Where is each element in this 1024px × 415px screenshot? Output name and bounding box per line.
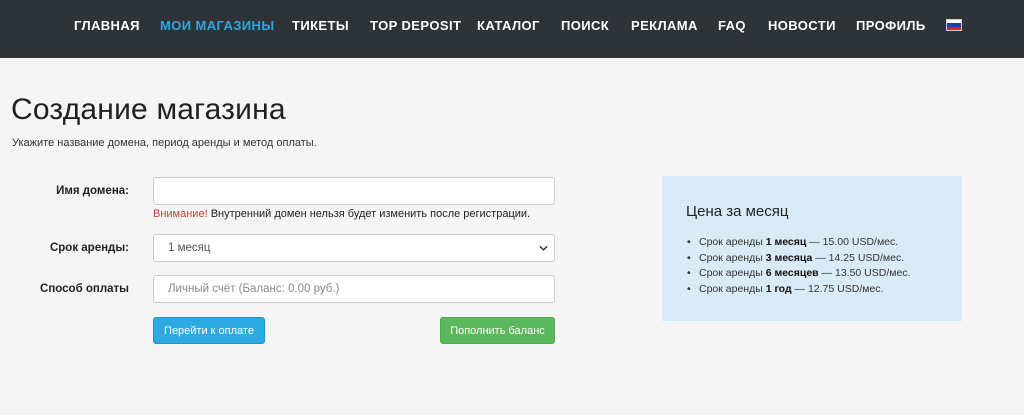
payment-method-field[interactable]: Личный счёт (Баланс: 0.00 руб.) bbox=[153, 275, 555, 303]
price-item: Срок аренды 1 месяц — 15.00 USD/мес. bbox=[687, 235, 910, 251]
nav-my-shops[interactable]: Мои магазины bbox=[160, 18, 274, 33]
payment-label: Способ оплаты bbox=[40, 283, 129, 295]
price-item: Срок аренды 1 год — 12.75 USD/мес. bbox=[687, 282, 910, 298]
price-list: Срок аренды 1 месяц — 15.00 USD/мес. Сро… bbox=[687, 235, 910, 297]
top-up-balance-button[interactable]: Пополнить баланс bbox=[440, 317, 555, 344]
term-label: Срок аренды: bbox=[49, 242, 129, 254]
go-to-payment-button[interactable]: Перейти к оплате bbox=[153, 317, 265, 344]
nav-faq[interactable]: FAQ bbox=[718, 18, 746, 33]
payment-method-value: Личный счёт (Баланс: 0.00 руб.) bbox=[168, 283, 340, 295]
price-panel: Цена за месяц Срок аренды 1 месяц — 15.0… bbox=[662, 176, 962, 321]
page-title: Создание магазина bbox=[11, 93, 286, 126]
page-subtitle: Укажите название домена, период аренды и… bbox=[12, 137, 317, 149]
term-select[interactable]: 1 месяц bbox=[153, 234, 555, 262]
domain-input[interactable] bbox=[153, 177, 555, 205]
nav-top-deposit[interactable]: TOP DEPOSIT bbox=[370, 18, 461, 33]
term-select-value: 1 месяц bbox=[168, 242, 211, 254]
nav-home[interactable]: Главная bbox=[74, 18, 140, 33]
nav-tickets[interactable]: Тикеты bbox=[292, 18, 349, 33]
chevron-down-icon bbox=[539, 245, 548, 251]
warning-strong: Внимание! bbox=[153, 208, 208, 220]
top-navbar: Главная Мои магазины Тикеты TOP DEPOSIT … bbox=[0, 0, 1024, 58]
domain-warning: Внимание! Внутренний домен нельзя будет … bbox=[153, 207, 530, 221]
nav-ads[interactable]: Реклама bbox=[631, 18, 698, 33]
nav-search[interactable]: Поиск bbox=[561, 18, 609, 33]
price-panel-title: Цена за месяц bbox=[686, 203, 789, 220]
nav-news[interactable]: Новости bbox=[768, 18, 836, 33]
warning-text: Внутренний домен нельзя будет изменить п… bbox=[207, 208, 531, 220]
nav-catalog[interactable]: Каталог bbox=[477, 18, 540, 33]
domain-label: Имя домена: bbox=[56, 185, 129, 197]
nav-profile[interactable]: Профиль bbox=[856, 18, 926, 33]
price-item: Срок аренды 3 месяца — 14.25 USD/мес. bbox=[687, 251, 910, 267]
price-item: Срок аренды 6 месяцев — 13.50 USD/мес. bbox=[687, 266, 910, 282]
flag-ru-icon[interactable] bbox=[946, 19, 962, 31]
